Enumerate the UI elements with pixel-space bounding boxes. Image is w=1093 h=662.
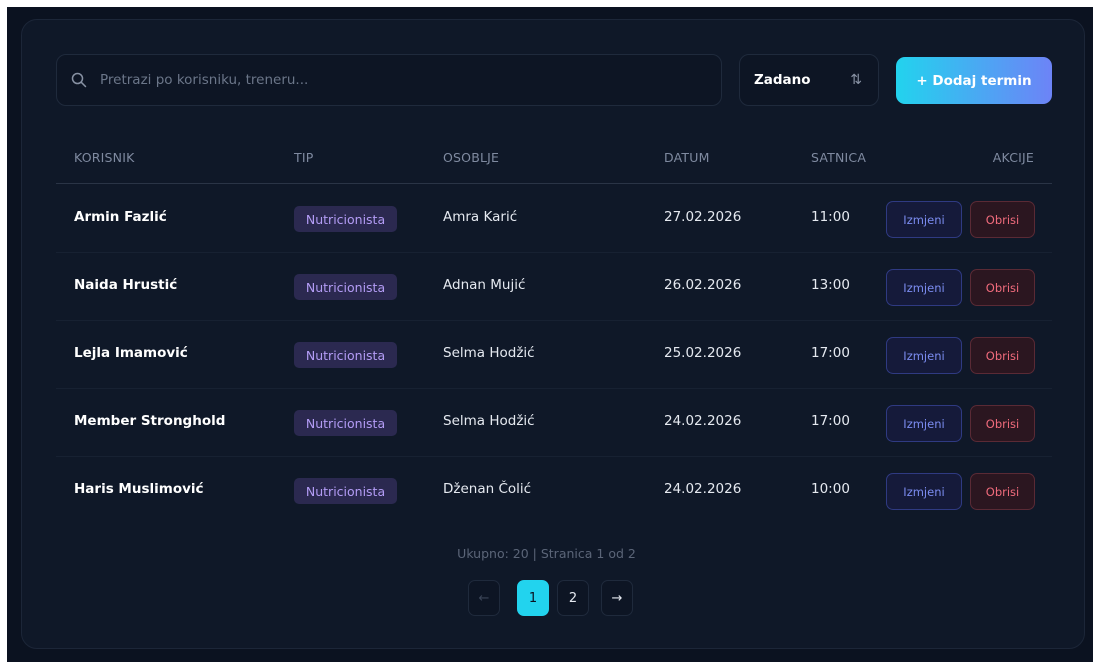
add-appointment-button[interactable]: + Dodaj termin [896, 57, 1052, 104]
arrow-left-icon: ← [478, 590, 490, 606]
table-row: Naida Hrustić Nutricionista Adnan Mujić … [56, 253, 1052, 321]
cell-korisnik: Lejla Imamović [74, 345, 188, 361]
sort-label: Zadano [754, 72, 811, 88]
delete-button[interactable]: Obrisi [970, 269, 1035, 306]
edit-button[interactable]: Izmjeni [886, 405, 962, 442]
delete-button[interactable]: Obrisi [970, 405, 1035, 442]
column-header-korisnik: KORISNIK [74, 150, 135, 165]
delete-button[interactable]: Obrisi [970, 201, 1035, 238]
edit-button[interactable]: Izmjeni [886, 201, 962, 238]
search-icon [71, 72, 87, 88]
cell-osoblje: Selma Hodžić [443, 345, 535, 361]
table-row: Armin Fazlić Nutricionista Amra Karić 27… [56, 185, 1052, 253]
edit-button[interactable]: Izmjeni [886, 473, 962, 510]
cell-satnica: 17:00 [811, 413, 850, 429]
cell-datum: 25.02.2026 [664, 345, 742, 361]
table-header: KORISNIK TIP OSOBLJE DATUM SATNICA AKCIJ… [56, 140, 1052, 184]
sort-arrows-icon: ⇅ [850, 72, 862, 88]
cell-osoblje: Adnan Mujić [443, 277, 526, 293]
cell-korisnik: Member Stronghold [74, 413, 226, 429]
cell-satnica: 10:00 [811, 481, 850, 497]
cell-osoblje: Amra Karić [443, 209, 518, 225]
column-header-tip: TIP [294, 150, 314, 165]
edit-button[interactable]: Izmjeni [886, 337, 962, 374]
cell-satnica: 13:00 [811, 277, 850, 293]
cell-satnica: 11:00 [811, 209, 850, 225]
cell-korisnik: Haris Muslimović [74, 481, 204, 497]
search-box[interactable] [56, 54, 722, 106]
cell-osoblje: Selma Hodžić [443, 413, 535, 429]
cell-datum: 24.02.2026 [664, 413, 742, 429]
cell-datum: 27.02.2026 [664, 209, 742, 225]
column-header-satnica: SATNICA [811, 150, 867, 165]
page-button-2[interactable]: 2 [557, 580, 589, 616]
prev-page-button[interactable]: ← [468, 580, 500, 616]
cell-satnica: 17:00 [811, 345, 850, 361]
cell-osoblje: Dženan Čolić [443, 481, 532, 497]
cell-datum: 24.02.2026 [664, 481, 742, 497]
next-page-button[interactable]: → [601, 580, 633, 616]
table-row: Haris Muslimović Nutricionista Dženan Čo… [56, 457, 1052, 525]
delete-button[interactable]: Obrisi [970, 473, 1035, 510]
type-badge: Nutricionista [294, 342, 397, 368]
type-badge: Nutricionista [294, 206, 397, 232]
edit-button[interactable]: Izmjeni [886, 269, 962, 306]
table-row: Member Stronghold Nutricionista Selma Ho… [56, 389, 1052, 457]
column-header-datum: DATUM [664, 150, 710, 165]
cell-korisnik: Armin Fazlić [74, 209, 167, 225]
sort-select[interactable]: Zadano ⇅ [739, 54, 879, 106]
page-button-1[interactable]: 1 [517, 580, 549, 616]
pagination-summary: Ukupno: 20 | Stranica 1 od 2 [457, 546, 636, 561]
table-row: Lejla Imamović Nutricionista Selma Hodži… [56, 321, 1052, 389]
cell-korisnik: Naida Hrustić [74, 277, 178, 293]
arrow-right-icon: → [611, 590, 623, 606]
type-badge: Nutricionista [294, 410, 397, 436]
type-badge: Nutricionista [294, 478, 397, 504]
cell-datum: 26.02.2026 [664, 277, 742, 293]
column-header-akcije: AKCIJE [992, 150, 1034, 165]
type-badge: Nutricionista [294, 274, 397, 300]
delete-button[interactable]: Obrisi [970, 337, 1035, 374]
column-header-osoblje: OSOBLJE [443, 150, 500, 165]
search-input[interactable] [100, 72, 700, 88]
